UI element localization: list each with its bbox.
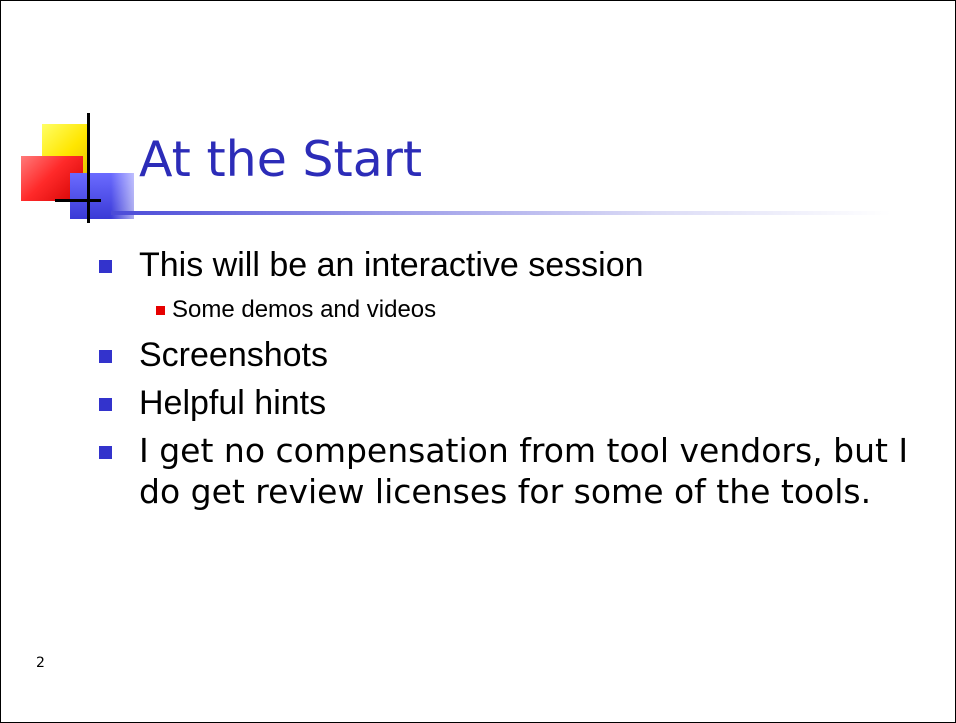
bullet-item: This will be an interactive session [99,244,919,286]
horizontal-crosshair-line [55,199,101,202]
bullet-item: Helpful hints [99,382,919,424]
bullet-item: Screenshots [99,334,919,376]
slide-title: At the Start [139,131,423,188]
bullet-text: This will be an interactive session [139,246,644,284]
bullet-text: Helpful hints [139,384,327,422]
slide: At the Start This will be an interactive… [0,0,956,723]
sub-bullet-text: Some demos and videos [172,296,437,323]
title-underline [111,211,891,215]
square-bullet-icon [99,350,112,363]
bullet-item: I get no compensation from tool vendors,… [99,430,919,512]
bullet-text: Screenshots [139,336,328,374]
square-bullet-icon [99,398,112,411]
bullet-text: I get no compensation from tool vendors,… [139,431,909,511]
slide-number: 2 [36,655,45,671]
square-bullet-icon [99,446,112,459]
sub-bullet-item: Some demos and videos [99,294,919,326]
square-bullet-icon [156,306,165,315]
square-bullet-icon [99,260,112,273]
vertical-crosshair-line [87,113,90,223]
bullet-list: This will be an interactive session Some… [99,244,919,518]
